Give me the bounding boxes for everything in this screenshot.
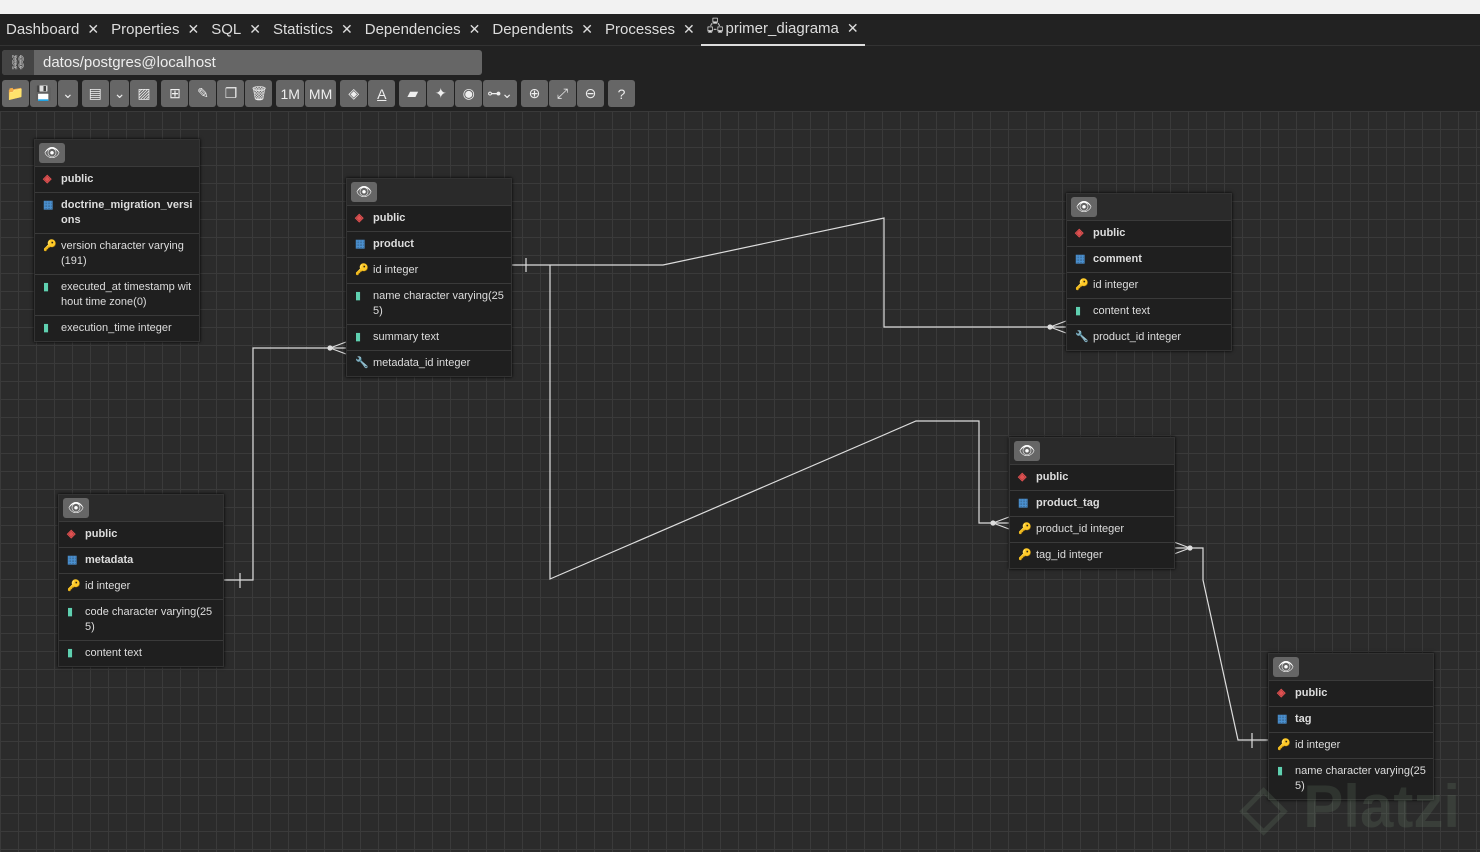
table-icon: ▦ bbox=[355, 238, 366, 250]
column-row[interactable]: 🔑 id integer bbox=[347, 257, 511, 283]
column-row[interactable]: ▮ summary text bbox=[347, 324, 511, 350]
column-row[interactable]: 🔧 metadata_id integer bbox=[347, 350, 511, 376]
schema-icon: ◈ bbox=[1277, 687, 1286, 699]
key-icon: 🔑 bbox=[355, 264, 369, 276]
schema-row: ◈ public bbox=[1010, 464, 1174, 490]
eye-icon[interactable]: 👁 bbox=[1071, 197, 1097, 217]
key-icon: 🔑 bbox=[1018, 523, 1032, 535]
column-row[interactable]: 🔑 tag_id integer bbox=[1010, 542, 1174, 568]
schema-row: ◈ public bbox=[1269, 680, 1433, 706]
column-row[interactable]: ▮ content text bbox=[59, 640, 223, 666]
table-node-comment[interactable]: 👁 ◈ public ▦ comment 🔑 id integer ▮ content te… bbox=[1066, 193, 1232, 351]
table-name-row: ▦ tag bbox=[1269, 706, 1433, 732]
key-icon: 🔑 bbox=[1075, 279, 1089, 291]
key-icon: 🔑 bbox=[1018, 549, 1032, 561]
table-name-row: ▦ doctrine_migration_versions bbox=[35, 192, 199, 233]
schema-icon: ◈ bbox=[43, 173, 52, 185]
key-icon: 🔑 bbox=[43, 240, 57, 252]
column-row[interactable]: ▮ execution_time integer bbox=[35, 315, 199, 341]
table-name-row: ▦ product bbox=[347, 231, 511, 257]
table-icon: ▦ bbox=[67, 554, 78, 566]
key-icon: 🔑 bbox=[67, 580, 81, 592]
eye-icon[interactable]: 👁 bbox=[1014, 441, 1040, 461]
link-product-product-tag bbox=[549, 265, 1009, 580]
table-node-metadata[interactable]: 👁 ◈ public ▦ metadata 🔑 id integer ▮ code char… bbox=[58, 494, 224, 667]
column-row[interactable]: ▮ executed_at timestamp without time zone… bbox=[35, 274, 199, 315]
link-metadata-product bbox=[224, 347, 346, 581]
table-icon: ▦ bbox=[1018, 497, 1029, 509]
column-row[interactable]: ▮ code character varying(255) bbox=[59, 599, 223, 640]
column-icon: ▮ bbox=[67, 606, 74, 618]
key-icon: 🔑 bbox=[1277, 739, 1291, 751]
column-row[interactable]: 🔑 id integer bbox=[1067, 272, 1231, 298]
link-product-comment bbox=[512, 217, 1050, 328]
column-row[interactable]: 🔑 version character varying(191) bbox=[35, 233, 199, 274]
eye-icon[interactable]: 👁 bbox=[39, 143, 65, 163]
column-row[interactable]: 🔑 product_id integer bbox=[1010, 516, 1174, 542]
schema-row: ◈ public bbox=[347, 205, 511, 231]
schema-icon: ◈ bbox=[355, 212, 364, 224]
table-icon: ▦ bbox=[1075, 253, 1086, 265]
column-row[interactable]: 🔑 id integer bbox=[59, 573, 223, 599]
schema-row: ◈ public bbox=[59, 521, 223, 547]
table-name-row: ▦ metadata bbox=[59, 547, 223, 573]
schema-icon: ◈ bbox=[1075, 227, 1084, 239]
platzi-watermark: ◇ Platzi bbox=[1240, 773, 1460, 840]
column-row[interactable]: 🔑 id integer bbox=[1269, 732, 1433, 758]
eye-icon[interactable]: 👁 bbox=[1273, 657, 1299, 677]
link-tag-product-tag bbox=[1174, 547, 1268, 741]
schema-icon: ◈ bbox=[1018, 471, 1027, 483]
eye-icon[interactable]: 👁 bbox=[63, 498, 89, 518]
column-row[interactable]: ▮ name character varying(255) bbox=[347, 283, 511, 324]
column-icon: ▮ bbox=[43, 322, 50, 334]
table-icon: ▦ bbox=[43, 199, 54, 211]
schema-icon: ◈ bbox=[67, 528, 76, 540]
column-icon: ▮ bbox=[43, 281, 50, 293]
table-node-doctrine_migration_versions[interactable]: 👁 ◈ public ▦ doctrine_migration_versions 🔑 v… bbox=[34, 139, 200, 342]
table-name-row: ▦ comment bbox=[1067, 246, 1231, 272]
eye-icon[interactable]: 👁 bbox=[351, 182, 377, 202]
foreign-key-icon: 🔧 bbox=[1075, 331, 1089, 343]
column-icon: ▮ bbox=[1075, 305, 1082, 317]
column-icon: ▮ bbox=[355, 331, 362, 343]
table-node-product[interactable]: 👁 ◈ public ▦ product 🔑 id integer ▮ name chara… bbox=[346, 178, 512, 377]
foreign-key-icon: 🔧 bbox=[355, 357, 369, 369]
table-name-row: ▦ product_tag bbox=[1010, 490, 1174, 516]
table-icon: ▦ bbox=[1277, 713, 1288, 725]
schema-row: ◈ public bbox=[1067, 220, 1231, 246]
column-icon: ▮ bbox=[67, 647, 74, 659]
column-row[interactable]: ▮ content text bbox=[1067, 298, 1231, 324]
column-icon: ▮ bbox=[355, 290, 362, 302]
schema-row: ◈ public bbox=[35, 166, 199, 192]
column-row[interactable]: 🔧 product_id integer bbox=[1067, 324, 1231, 350]
table-node-product_tag[interactable]: 👁 ◈ public ▦ product_tag 🔑 product_id intege… bbox=[1009, 437, 1175, 569]
relationship-lines bbox=[224, 217, 1268, 748]
